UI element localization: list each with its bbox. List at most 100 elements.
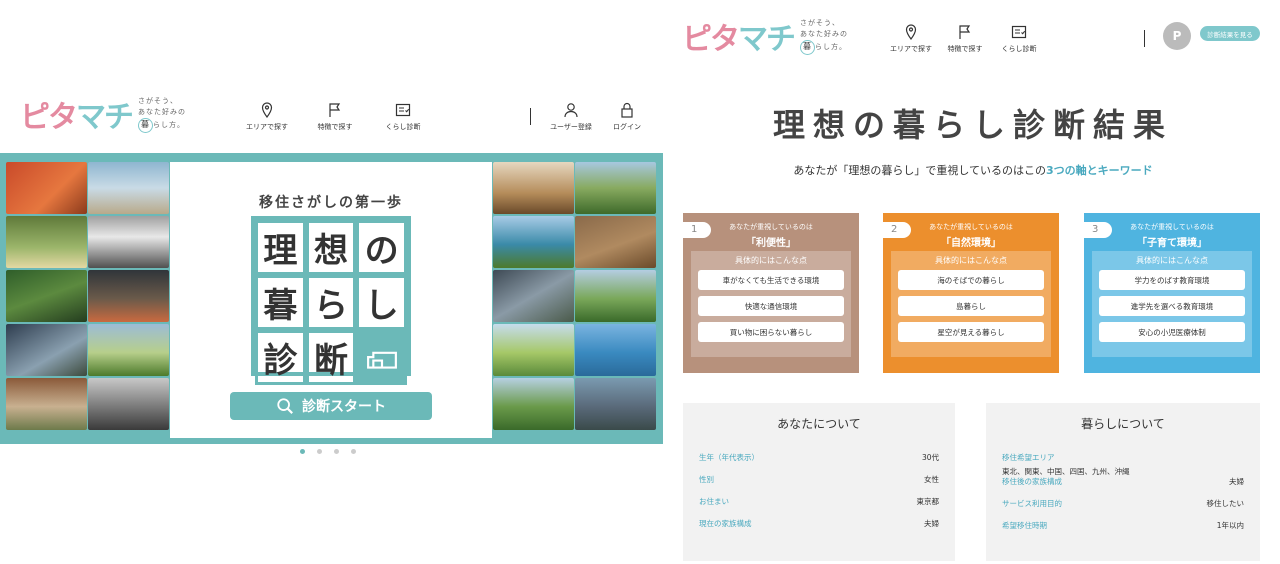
carousel-dot[interactable] — [317, 449, 322, 454]
card-number: 3 — [1084, 222, 1112, 238]
priority-card: 3 あなたが重視しているのは 「子育て環境」 具体的にはこんな点 学力をのばす教… — [1084, 213, 1260, 373]
logo-tagline: さがそう、 あなた好みの 暮らし方。 — [800, 18, 848, 55]
photo-terraces — [493, 378, 574, 430]
lock-icon — [621, 102, 633, 118]
photo-hills — [575, 162, 656, 214]
card-key: 「利便性」 — [746, 238, 796, 249]
result-screen: ピタマチ さがそう、 あなた好みの 暮らし方。 エリアで探す 特徴で探す くらし… — [666, 0, 1280, 564]
photo-sea — [575, 324, 656, 376]
info-key: お住まい — [699, 497, 729, 506]
photo-house — [6, 378, 87, 430]
card-item: 車がなくても生活できる環境 — [698, 270, 844, 290]
nav-feature-label: 特徴で探す — [317, 123, 353, 131]
photo-watermelons — [6, 270, 87, 322]
card-item: 買い物に困らない暮らし — [698, 322, 844, 342]
card-head: あなたが重視しているのは — [729, 223, 813, 231]
photo-meal — [493, 162, 574, 214]
carousel-dot[interactable] — [300, 449, 305, 454]
info-key: サービス利用目的 — [1002, 499, 1062, 508]
site-logo[interactable]: ピタマチ さがそう、 あなた好みの 暮らし方。 — [20, 92, 186, 136]
nav-area[interactable]: エリアで探す — [242, 102, 292, 132]
card-detail-label: 具体的にはこんな点 — [1136, 256, 1208, 265]
nav-feature[interactable]: 特徴で探す — [310, 102, 360, 132]
card-detail-label: 具体的にはこんな点 — [735, 256, 807, 265]
card-item: 快適な通信環境 — [698, 296, 844, 316]
nav-divider — [530, 108, 531, 125]
nav-area-label: エリアで探す — [890, 45, 932, 53]
info-key: 性別 — [699, 475, 714, 484]
checklist-icon — [395, 103, 411, 117]
grid-char: 診 — [255, 330, 306, 385]
carousel-dot[interactable] — [334, 449, 339, 454]
carousel-dots — [300, 449, 356, 454]
main-nav: エリアで探す 特徴で探す くらし診断 — [886, 24, 1044, 54]
about-life-panel: 暮らしについて 移住希望エリア 東北、関東、中国、四国、九州、沖縄 移住後の家族… — [986, 403, 1260, 561]
map-pin-icon — [261, 102, 273, 118]
checklist-icon — [1011, 25, 1027, 39]
card-details: 具体的にはこんな点 車がなくても生活できる環境 快適な通信環境 買い物に困らない… — [691, 251, 851, 357]
nav-login[interactable]: ログイン — [602, 102, 652, 132]
avatar[interactable]: P — [1163, 22, 1191, 50]
info-value: 30代 — [921, 453, 939, 462]
info-value: 女性 — [924, 475, 939, 484]
nav-area[interactable]: エリアで探す — [886, 24, 936, 54]
info-row: 希望移住時期 1年以内 — [1002, 520, 1244, 542]
card-detail-label: 具体的にはこんな点 — [935, 256, 1007, 265]
nav-register-label: ユーザー登録 — [550, 123, 592, 131]
photo-kids — [493, 324, 574, 376]
site-logo[interactable]: ピタマチ さがそう、 あなた好みの 暮らし方。 — [682, 14, 848, 58]
main-nav: エリアで探す 特徴で探す くらし診断 — [242, 102, 428, 132]
grid-char: 暮 — [255, 275, 306, 330]
photo-workshop — [493, 270, 574, 322]
nav-feature-label: 特徴で探す — [947, 45, 983, 53]
nav-feature[interactable]: 特徴で探す — [940, 24, 990, 54]
card-details: 具体的にはこんな点 学力をのばす教育環境 進学先を選べる教育環境 安心の小児医療… — [1092, 251, 1252, 357]
info-value: 夫婦 — [1229, 477, 1244, 486]
carousel-dot[interactable] — [351, 449, 356, 454]
card-head: あなたが重視しているのは — [929, 223, 1013, 231]
card-item: 進学先を選べる教育環境 — [1099, 296, 1245, 316]
nav-diagnosis-label: くらし診断 — [1001, 45, 1037, 53]
card-key: 「子育て環境」 — [1137, 238, 1207, 249]
view-result-button[interactable]: 診断結果を見る — [1200, 26, 1260, 41]
photo-town — [88, 216, 169, 268]
search-icon — [277, 398, 293, 414]
photo-fields — [88, 324, 169, 376]
logo-tagline: さがそう、 あなた好みの 暮らし方。 — [138, 96, 186, 133]
info-row: 生年（年代表示） 30代 — [699, 452, 939, 474]
grid-char: の — [356, 220, 407, 275]
nav-diagnosis[interactable]: くらし診断 — [994, 24, 1044, 54]
card-details: 具体的にはこんな点 海のそばでの暮らし 島暮らし 星空が見える暮らし — [891, 251, 1051, 357]
photo-pottery — [575, 216, 656, 268]
hero-banner[interactable]: 移住さがしの第一歩 理 想 の 暮 ら し 診 断 診断スタート — [0, 153, 663, 444]
about-you-panel: あなたについて 生年（年代表示） 30代 性別 女性 お住まい 東京都 現在の家族構成… — [683, 403, 955, 561]
nav-divider — [1144, 30, 1145, 47]
card-number: 2 — [883, 222, 911, 238]
nav-diagnosis[interactable]: くらし診断 — [378, 102, 428, 132]
photo-festival — [88, 270, 169, 322]
photo-surfers — [88, 162, 169, 214]
info-value: 東京都 — [916, 497, 940, 506]
panel-title: あなたについて — [777, 417, 861, 431]
nav-register[interactable]: ユーザー登録 — [546, 102, 596, 132]
user-nav: ユーザー登録 ログイン — [546, 102, 652, 132]
info-key: 希望移住時期 — [1002, 521, 1047, 530]
flag-icon — [959, 25, 971, 39]
priority-card: 1 あなたが重視しているのは 「利便性」 具体的にはこんな点 車がなくても生活で… — [683, 213, 859, 373]
grid-char: し — [356, 275, 407, 330]
card-key: 「自然環境」 — [941, 238, 1001, 249]
flag-icon — [329, 103, 341, 117]
info-value: 移住したい — [1206, 499, 1245, 508]
photo-persimmons — [6, 162, 87, 214]
info-value: 夫婦 — [924, 519, 939, 528]
card-item: 安心の小児医療体制 — [1099, 322, 1245, 342]
start-diagnosis-button[interactable]: 診断スタート — [230, 392, 432, 420]
nav-area-label: エリアで探す — [246, 123, 288, 131]
title-grid: 理 想 の 暮 ら し 診 断 — [251, 216, 411, 385]
card-item: 星空が見える暮らし — [898, 322, 1044, 342]
map-pin-icon — [905, 24, 917, 40]
info-row: 性別 女性 — [699, 474, 939, 496]
nav-diagnosis-label: くらし診断 — [385, 123, 421, 131]
page-title: 理想の暮らし診断結果 — [772, 106, 1173, 144]
info-row: 東北、関東、中国、四国、九州、沖縄 — [1002, 466, 1244, 476]
